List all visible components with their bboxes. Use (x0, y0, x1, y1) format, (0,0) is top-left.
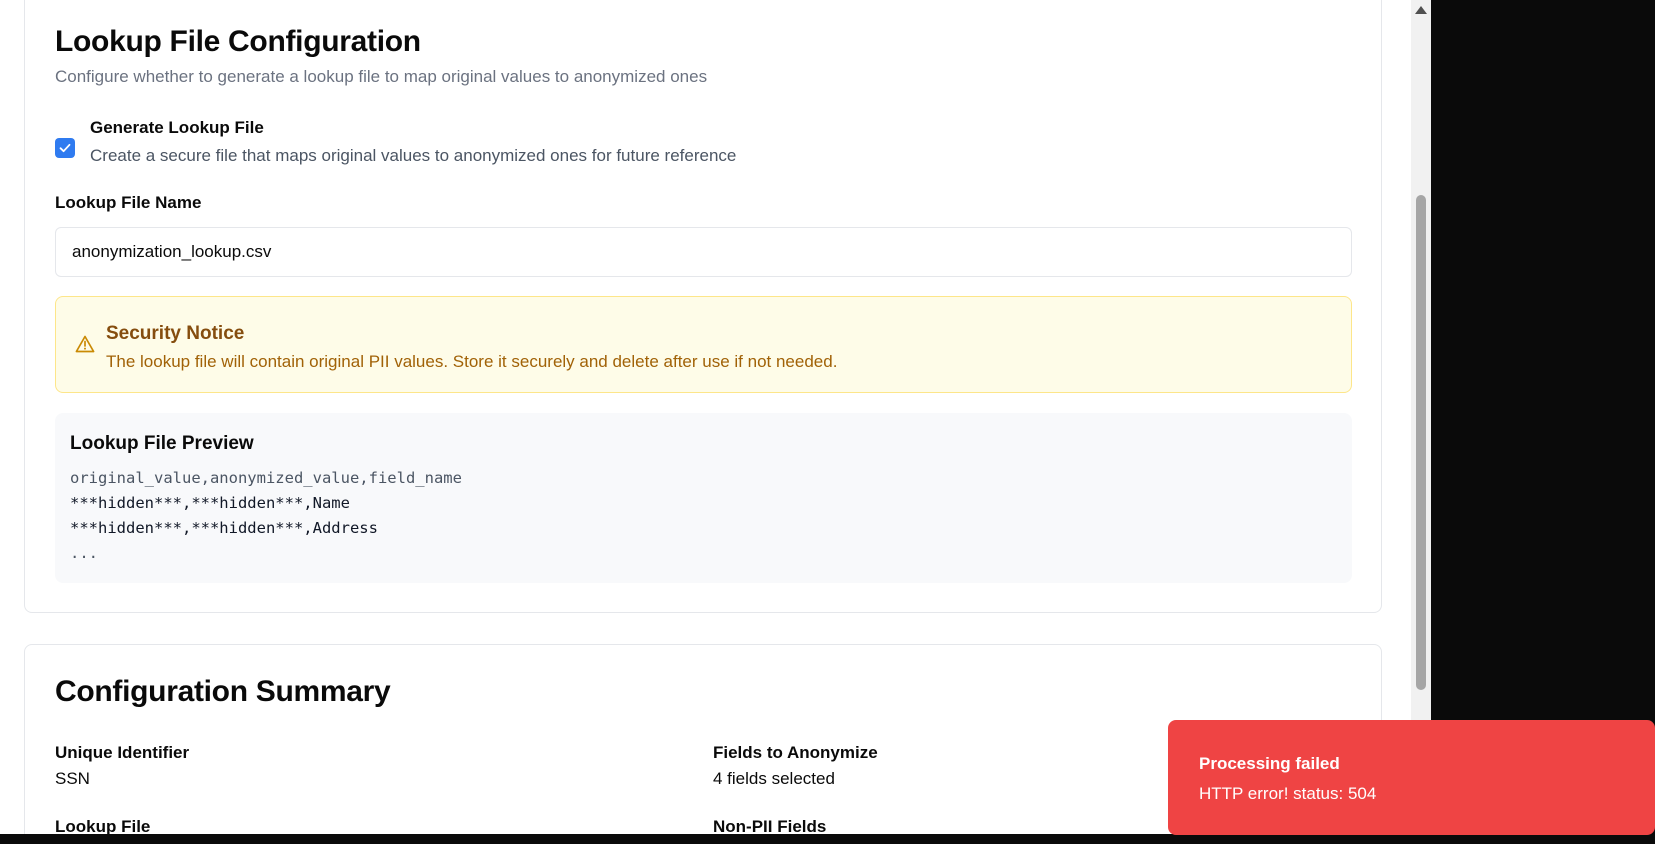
summary-label: Unique Identifier (55, 743, 190, 762)
generate-lookup-label[interactable]: Generate Lookup File (90, 118, 264, 138)
security-notice: Security Notice The lookup file will con… (55, 296, 1352, 393)
check-icon (59, 143, 71, 153)
lookup-file-name-label: Lookup File Name (55, 193, 202, 212)
summary-label: Non-PII Fields (713, 817, 827, 834)
summary-title: Configuration Summary (55, 675, 391, 708)
preview-line: original_value,anonymized_value,field_na… (70, 469, 462, 487)
lookup-config-title: Lookup File Configuration (55, 25, 421, 58)
generate-lookup-description: Create a secure file that maps original … (90, 146, 737, 165)
summary-label: Lookup File (55, 817, 151, 834)
preview-title: Lookup File Preview (70, 433, 254, 454)
scroll-up-arrow-icon[interactable] (1415, 6, 1427, 14)
summary-value: 4 fields selected (713, 769, 835, 788)
lookup-file-name-input[interactable] (55, 227, 1352, 277)
summary-value: SSN (55, 769, 90, 788)
preview-line: ***hidden***,***hidden***,Address (70, 519, 378, 537)
vertical-scrollbar[interactable] (1411, 0, 1431, 834)
scrollbar-thumb[interactable] (1416, 195, 1426, 690)
warning-triangle-icon (75, 335, 95, 353)
generate-lookup-checkbox[interactable] (55, 138, 75, 158)
toast-message: HTTP error! status: 504 (1199, 784, 1377, 803)
main-viewport: Lookup File Configuration Configure whet… (0, 0, 1431, 834)
lookup-config-subtitle: Configure whether to generate a lookup f… (55, 67, 708, 86)
error-toast[interactable]: Processing failed HTTP error! status: 50… (1168, 720, 1655, 835)
summary-label: Fields to Anonymize (713, 743, 878, 762)
preview-line: ***hidden***,***hidden***,Name (70, 494, 350, 512)
preview-line: ... (70, 544, 98, 562)
lookup-file-preview: Lookup File Preview original_value,anony… (55, 413, 1352, 583)
toast-title: Processing failed (1199, 754, 1340, 773)
lookup-file-config-card: Lookup File Configuration Configure whet… (24, 0, 1382, 613)
security-notice-title: Security Notice (106, 323, 245, 344)
security-notice-text: The lookup file will contain original PI… (106, 352, 838, 371)
